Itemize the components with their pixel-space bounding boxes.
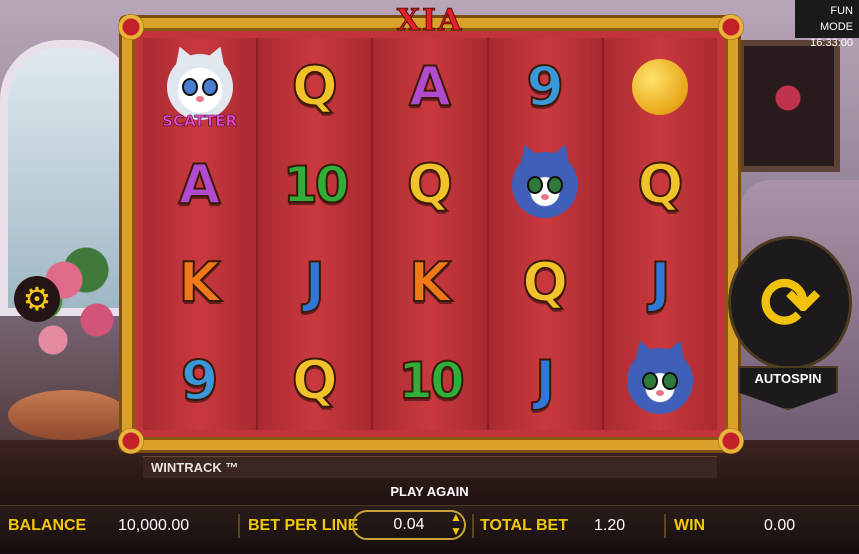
symbol-10: 10 (282, 156, 351, 214)
gear-icon: ⚙ (22, 281, 52, 317)
bet-per-line-label: BET PER LINE (248, 517, 359, 534)
win-value: 0.00 (764, 517, 796, 534)
bet-per-line-value: 0.04 (393, 516, 425, 533)
reel-cell: K (143, 234, 256, 332)
up-arrow-icon[interactable]: ▲ (446, 510, 466, 524)
clock: 16:33:00 (810, 37, 853, 49)
symbol-q: Q (291, 55, 339, 118)
blue-cat-symbol (627, 336, 694, 414)
play-again-text: PLAY AGAIN (390, 484, 469, 499)
reel-cell: 9 (489, 38, 602, 136)
symbol-j: J (649, 251, 671, 314)
symbol-q: Q (636, 153, 684, 216)
background-pot (8, 390, 128, 440)
symbol-k: K (408, 251, 452, 314)
mode-label: FUN MODE (820, 5, 853, 33)
reel-cell: 9 (143, 332, 256, 430)
reel-cell: K (373, 234, 486, 332)
settings-button[interactable]: ⚙ (14, 276, 60, 322)
reel-cell: J (604, 234, 717, 332)
bet-adjust-stepper[interactable]: ▲ ▼ (446, 510, 466, 540)
reel-cell (604, 332, 717, 430)
bottom-bar: BALANCE 10,000.00 BET PER LINE 0.04 ▲ ▼ … (0, 505, 859, 554)
divider (238, 514, 240, 538)
game-logo: XIA MIMI (378, 3, 479, 74)
reel-cell: 10 (258, 136, 371, 234)
wintrack-bar: WINTRACK ™ (143, 456, 717, 478)
frame-corner-ornament (718, 14, 744, 40)
symbol-j: J (304, 251, 326, 314)
reel-cell: A (373, 38, 486, 136)
reel-cell: Q (258, 38, 371, 136)
reel-cell: Q (373, 136, 486, 234)
frame-corner-ornament (718, 428, 744, 454)
reel-cell: Q (604, 136, 717, 234)
symbol-k: K (178, 251, 222, 314)
total-bet-label: TOTAL BET (480, 517, 568, 534)
symbol-10: 10 (397, 352, 466, 410)
autospin-button[interactable]: ⟳ AUTOSPIN (726, 236, 852, 426)
reel-cell (604, 38, 717, 136)
symbol-q: Q (291, 349, 339, 412)
down-arrow-icon[interactable]: ▼ (446, 524, 466, 538)
reel-cell: J (489, 332, 602, 430)
reels-grid: SCATTER A K 9 Q 10 J Q A Q K 10 9 Q J Q J (143, 38, 718, 430)
yarn-ball-symbol (632, 59, 689, 115)
scatter-label: SCATTER (162, 112, 238, 131)
symbol-q: Q (521, 251, 569, 314)
reel-cell: A (143, 136, 256, 234)
background-picture (738, 40, 840, 172)
fun-mode-indicator: FUN MODE 16:33:00 (795, 0, 859, 49)
symbol-a: A (408, 55, 452, 118)
win-label: WIN (674, 517, 706, 534)
reel-3: A Q K 10 (373, 38, 489, 430)
symbol-a: A (178, 153, 222, 216)
autospin-label[interactable]: AUTOSPIN (738, 366, 838, 410)
symbol-q: Q (406, 153, 454, 216)
reel-cell: Q (258, 332, 371, 430)
reel-cell: Q (489, 234, 602, 332)
spin-button[interactable]: ⟳ (728, 236, 852, 370)
symbol-j: J (534, 349, 556, 412)
reel-4: 9 QJ (488, 38, 604, 430)
reel-2: Q 10 J Q (258, 38, 374, 430)
reel-cell: 10 (373, 332, 486, 430)
reel-cell: SCATTER (143, 38, 256, 136)
reel-1: SCATTER A K 9 (143, 38, 259, 430)
balance-value: 10,000.00 (118, 517, 190, 534)
refresh-arrows-icon: ⟳ (759, 264, 821, 344)
symbol-9: 9 (525, 55, 565, 118)
frame-corner-ornament (118, 428, 144, 454)
reel-cell: J (258, 234, 371, 332)
reel-5: QJ (603, 38, 718, 430)
frame-corner-ornament (118, 14, 144, 40)
balance-label: BALANCE (8, 517, 87, 534)
symbol-9: 9 (180, 349, 220, 412)
divider (472, 514, 474, 538)
reel-cell (489, 136, 602, 234)
blue-cat-symbol (512, 140, 579, 218)
scatter-cat-symbol (166, 42, 233, 120)
total-bet-value: 1.20 (594, 517, 626, 534)
divider (664, 514, 666, 538)
